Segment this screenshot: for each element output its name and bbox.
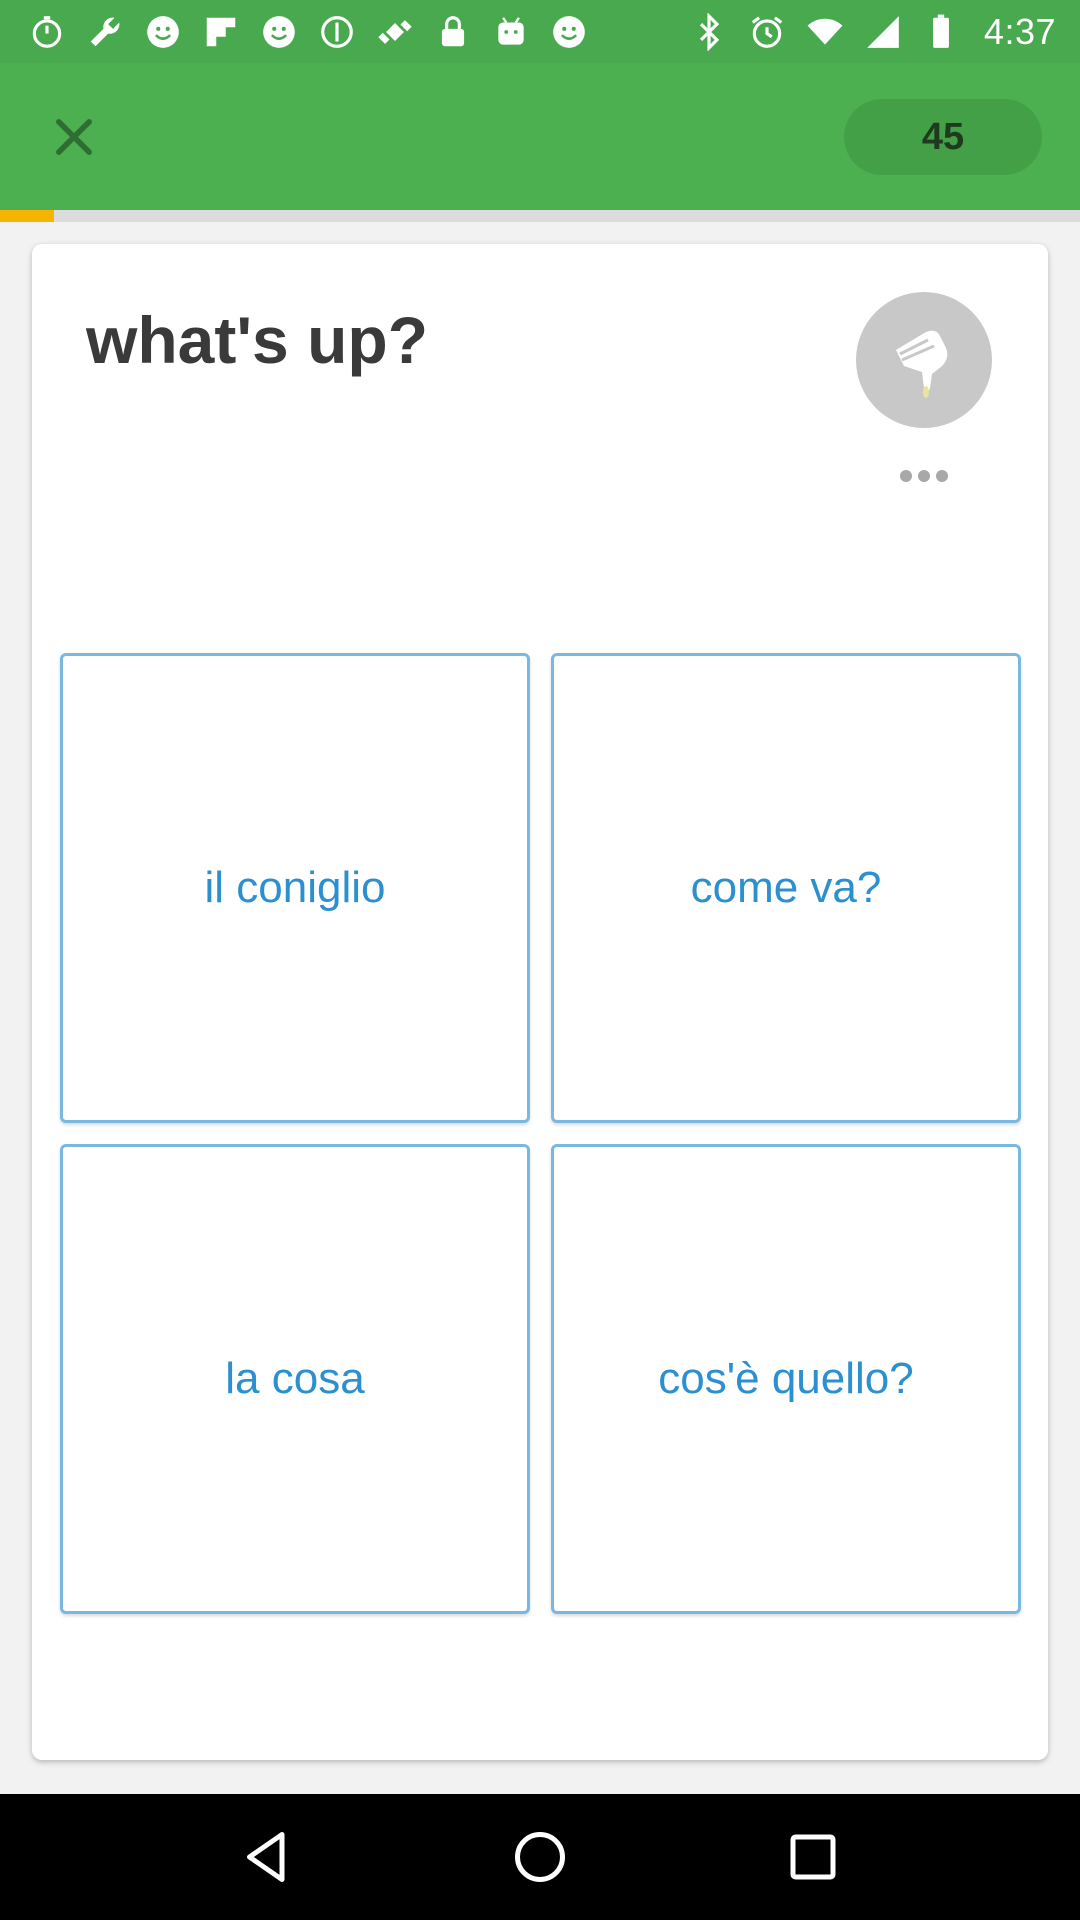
battery-icon [920, 11, 962, 53]
status-time: 4:37 [983, 10, 1056, 52]
status-notification-icons [26, 11, 590, 53]
bluetooth-icon [688, 11, 730, 53]
play-audio-button[interactable] [856, 292, 992, 428]
smiley-icon [258, 11, 300, 53]
status-system-icons: 4:37 [688, 11, 1056, 53]
back-icon [246, 1832, 285, 1882]
question-card: what's up? il coniglio come va? la cosa … [32, 244, 1048, 1760]
fake-gps-icon [374, 11, 416, 53]
lesson-progress-bar [0, 210, 1080, 222]
lesson-header: 45 [0, 63, 1080, 210]
score-badge: 45 [844, 99, 1042, 175]
recents-button[interactable] [773, 1817, 853, 1897]
more-dots-icon [918, 470, 930, 482]
home-icon [514, 1832, 565, 1882]
answer-option[interactable]: cos'è quello? [551, 1144, 1021, 1614]
more-dots-icon [900, 470, 912, 482]
stopwatch-icon [26, 11, 68, 53]
system-nav-bar [0, 1794, 1080, 1920]
back-button[interactable] [227, 1817, 307, 1897]
answer-option[interactable]: come va? [551, 653, 1021, 1123]
close-icon [56, 119, 92, 155]
smiley-icon [548, 11, 590, 53]
alarm-icon [746, 11, 788, 53]
answer-option[interactable]: la cosa [60, 1144, 530, 1614]
more-dots-icon [936, 470, 948, 482]
signal-icon [862, 11, 904, 53]
answer-option-label: come va? [690, 863, 882, 912]
recents-icon [790, 1834, 836, 1880]
answer-option-label: cos'è quello? [658, 1354, 914, 1403]
wifi-icon [804, 11, 846, 53]
lock-icon [432, 11, 474, 53]
answer-option[interactable]: il coniglio [60, 653, 530, 1123]
more-options-button[interactable] [894, 456, 954, 496]
lesson-progress-fill [0, 210, 54, 222]
android-icon [490, 11, 532, 53]
answer-option-label: la cosa [225, 1354, 365, 1403]
sync-icon [316, 11, 358, 53]
flipboard-icon [200, 11, 242, 53]
home-button[interactable] [500, 1817, 580, 1897]
answer-option-label: il coniglio [204, 863, 386, 912]
speaker-hand-icon [896, 330, 948, 398]
smiley-icon [142, 11, 184, 53]
close-button[interactable] [44, 107, 104, 167]
status-bar: 4:37 [0, 0, 1080, 63]
question-prompt: what's up? [86, 303, 429, 377]
wrench-icon [84, 11, 126, 53]
